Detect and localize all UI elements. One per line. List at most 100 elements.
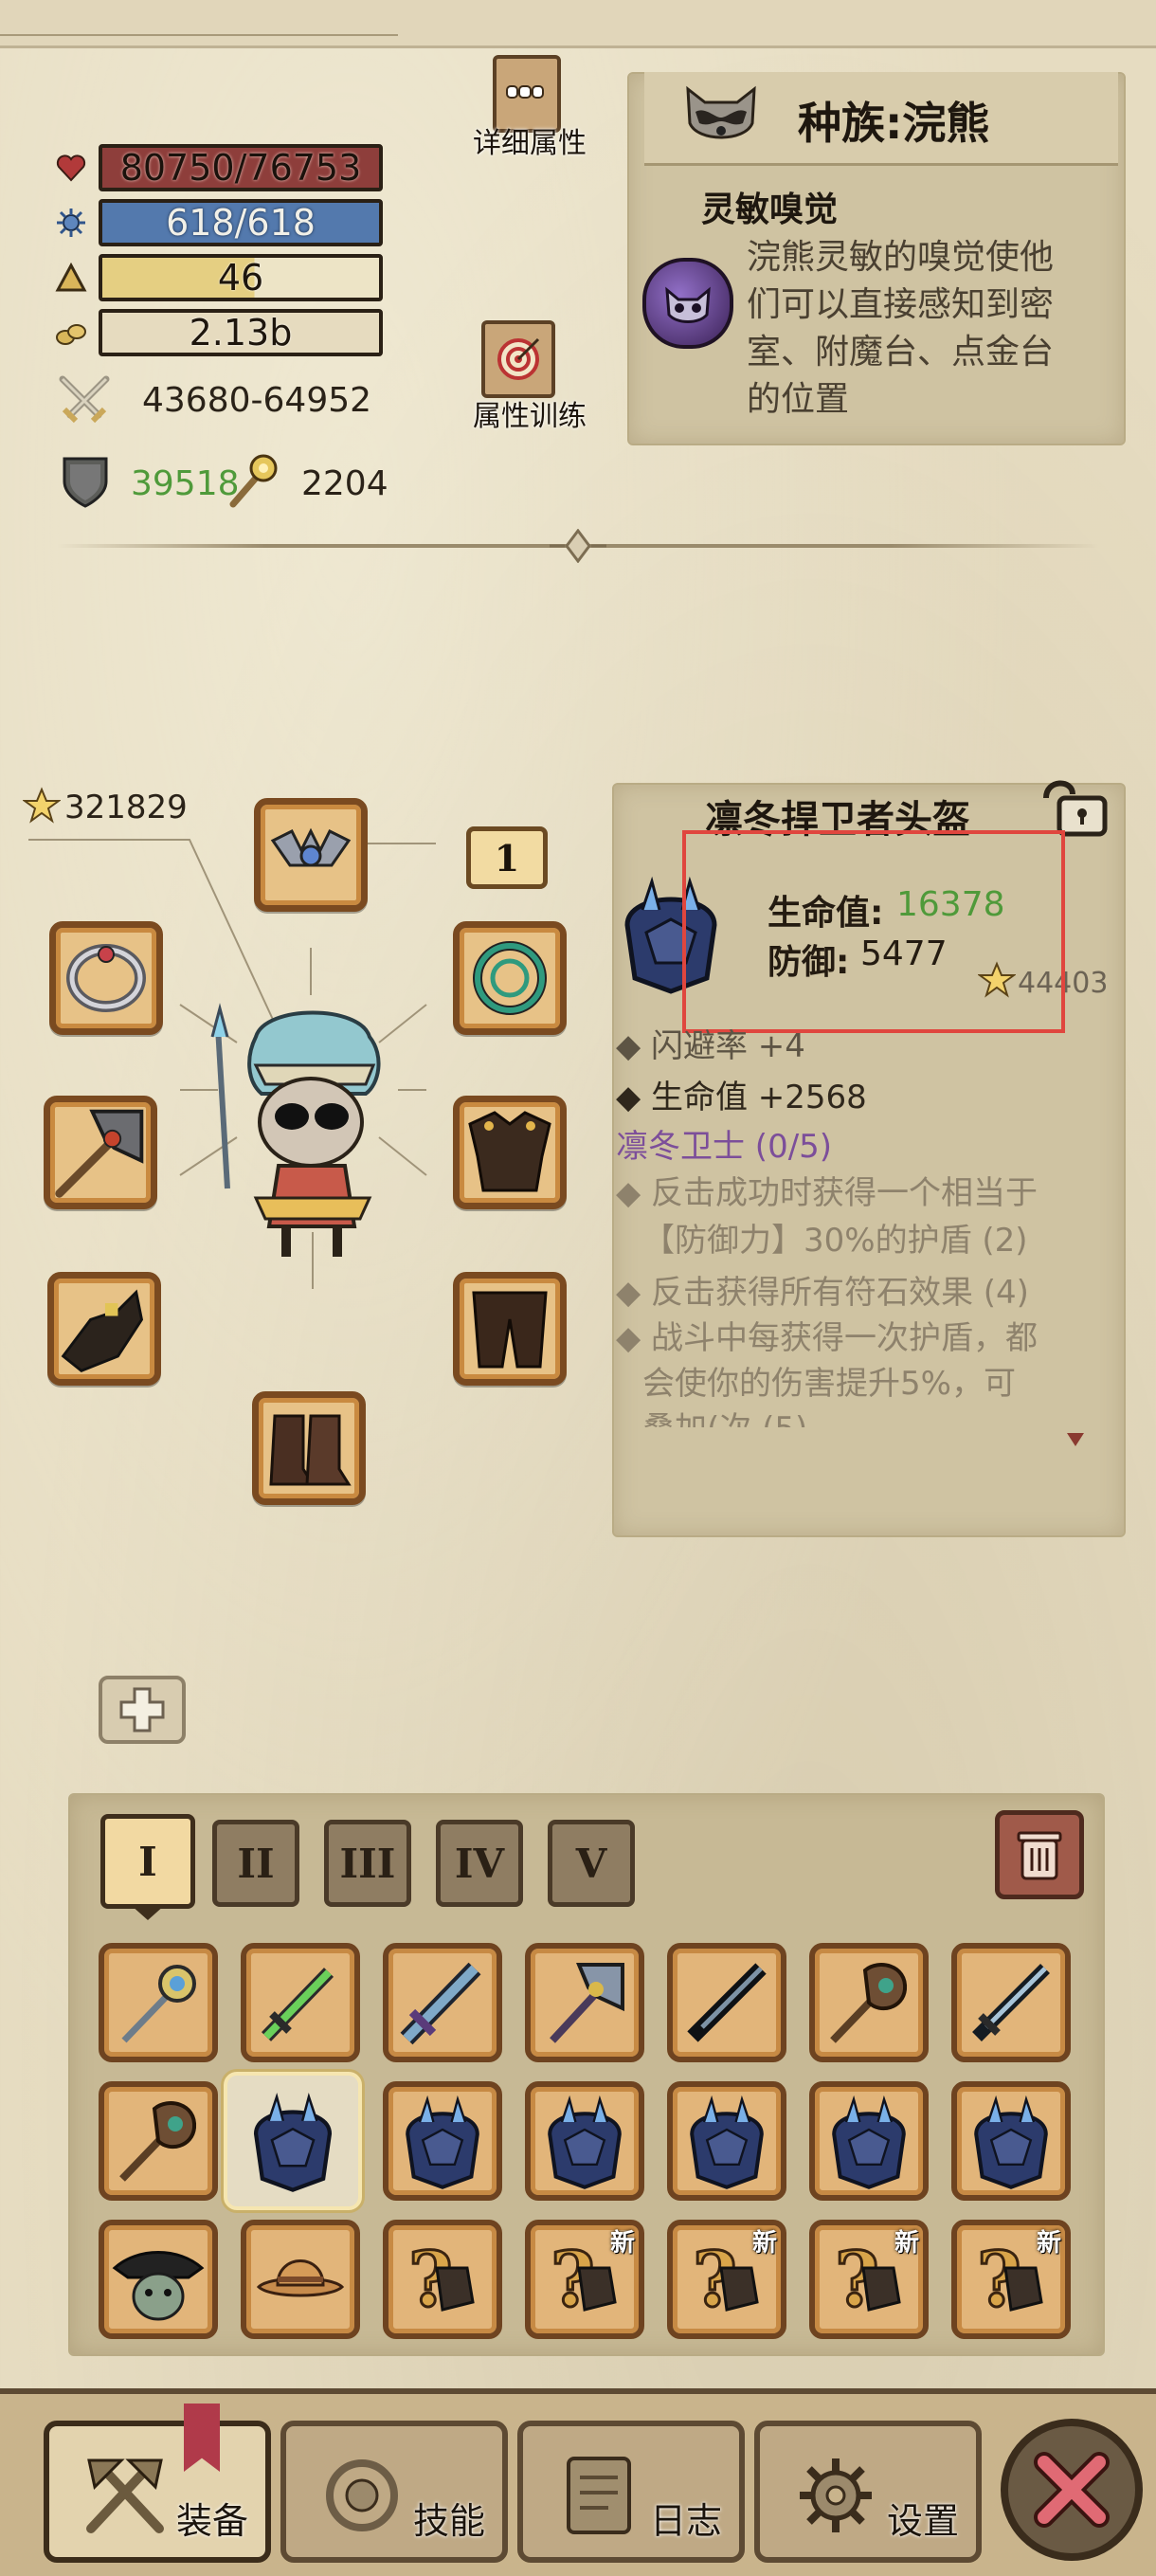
weapon-slot[interactable] <box>44 1096 157 1209</box>
crossed-swords-icon <box>55 372 114 430</box>
detail-attributes-button[interactable]: 详细属性 <box>459 51 629 165</box>
inventory-slot-unknown[interactable]: ? 新 <box>525 2220 644 2339</box>
inventory-slot[interactable] <box>809 1943 929 2062</box>
wooden-staff-icon <box>119 2101 197 2182</box>
inventory-slot[interactable] <box>99 2081 218 2201</box>
inventory-tab-4[interactable]: IV <box>436 1820 523 1907</box>
heart-icon <box>55 152 87 184</box>
inventory-slot[interactable] <box>951 1943 1071 2062</box>
inventory-slot[interactable] <box>99 2220 218 2339</box>
set-bonus-1: ◆ 反击成功时获得一个相当于 【防御力】30%的护盾 (2) <box>616 1174 1038 1260</box>
tab-5-label: V <box>575 1840 607 1887</box>
axe-hammer-icon <box>55 1109 144 1198</box>
race-ability-name: 灵敏嗅觉 <box>701 190 839 229</box>
race-ability-desc-1: 浣熊灵敏的嗅觉使他 <box>747 238 1055 277</box>
gold-value: 2.13b <box>189 312 293 354</box>
nav-log-button[interactable]: 日志 <box>517 2421 745 2563</box>
ring-slot[interactable] <box>453 921 567 1035</box>
close-button[interactable] <box>1001 2419 1143 2561</box>
nav-log-label: 日志 <box>649 2500 722 2542</box>
winter-helmet-icon <box>406 2095 479 2189</box>
amulet-slot[interactable] <box>49 921 163 1035</box>
steel-sword-icon <box>972 1964 1050 2041</box>
level-bar: 46 <box>99 254 383 301</box>
nav-skills-label: 技能 <box>412 2500 485 2542</box>
inventory-slot-unknown[interactable]: ? <box>383 2220 502 2339</box>
inventory-slot[interactable] <box>99 1943 218 2062</box>
boots-slot[interactable] <box>252 1391 366 1505</box>
gold-coins-icon <box>55 317 87 349</box>
leggings-slot[interactable] <box>453 1272 567 1386</box>
inventory-slot-unknown[interactable]: ? 新 <box>951 2220 1071 2339</box>
inventory-slot-selected[interactable] <box>224 2072 362 2210</box>
serpent-ring-icon <box>473 941 547 1015</box>
nav-equip-label: 装备 <box>175 2500 248 2542</box>
trash-icon <box>1017 1831 1062 1880</box>
new-badge: 新 <box>1036 2229 1061 2258</box>
race-ability-icon <box>642 258 733 349</box>
tab-1-label: I <box>138 1838 157 1885</box>
magic-staff-icon <box>226 451 282 510</box>
inventory-slot[interactable] <box>241 1943 360 2062</box>
inventory-slot[interactable] <box>951 2081 1071 2201</box>
item-bonus-1-text: 闪避率 +4 <box>650 1027 805 1065</box>
inventory-slot[interactable] <box>809 2081 929 2201</box>
character-portrait <box>199 999 411 1266</box>
battle-axe-icon <box>550 1963 624 2043</box>
nav-settings-button[interactable]: 设置 <box>754 2421 982 2563</box>
inventory-slot-unknown[interactable]: ? 新 <box>667 2220 786 2339</box>
hp-value: 80750/76753 <box>119 147 362 189</box>
set-bonus-2: ◆ 反击获得所有符石效果 (4) <box>616 1274 1029 1312</box>
inventory-slot[interactable] <box>383 1943 502 2062</box>
armor-shield-icon <box>59 453 112 510</box>
armor-slot[interactable] <box>453 1096 567 1209</box>
item-bonus-2: ◆ 生命值 +2568 <box>616 1079 867 1116</box>
ring-icon <box>66 944 146 1012</box>
tab-2-label: II <box>237 1840 275 1887</box>
raccoon-face-icon <box>678 80 764 152</box>
loadout-number-badge[interactable]: 1 <box>466 826 548 889</box>
inventory-slot[interactable] <box>667 2081 786 2201</box>
blue-greatsword-icon <box>400 1962 481 2045</box>
horned-helmet-icon <box>270 827 352 867</box>
top-border-line <box>0 34 398 36</box>
attribute-training-button[interactable]: 属性训练 <box>459 317 629 440</box>
chest-armor-icon <box>468 1111 551 1192</box>
inventory-slot[interactable] <box>667 1943 786 2062</box>
winter-helmet-icon <box>832 2095 906 2189</box>
tab-4-label: IV <box>454 1840 505 1887</box>
set-bonus-2-text: 反击获得所有符石效果 (4) <box>650 1274 1029 1312</box>
highlight-box <box>682 830 1065 1033</box>
set-bonus-3c: 叠加(次 (5) <box>642 1410 807 1427</box>
nav-equip-button[interactable]: 装备 <box>44 2421 271 2563</box>
inventory-slot[interactable] <box>525 2081 644 2201</box>
plus-icon <box>119 1687 165 1732</box>
pirate-hat-icon <box>112 2251 205 2321</box>
inventory-slot-unknown[interactable]: ? 新 <box>809 2220 929 2339</box>
nav-skills-button[interactable]: 技能 <box>280 2421 508 2563</box>
inventory-tab-2[interactable]: II <box>212 1820 299 1907</box>
scroll-down-arrow-icon[interactable] <box>1065 1431 1086 1448</box>
inventory-tab-3[interactable]: III <box>324 1820 411 1907</box>
set-bonus-3b: 会使你的伤害提升5%，可 <box>642 1365 1016 1403</box>
crossed-axes-icon <box>86 2458 164 2533</box>
race-ability-desc-4: 的位置 <box>747 380 850 419</box>
winter-helmet-icon <box>253 2093 333 2192</box>
inventory-slot[interactable] <box>525 1943 644 2062</box>
race-ability-desc-2: 们可以直接感知到密 <box>747 285 1055 324</box>
inventory-slot[interactable] <box>383 2081 502 2201</box>
close-icon <box>1034 2452 1110 2528</box>
gloves-slot[interactable] <box>47 1272 161 1386</box>
race-ability-desc-3: 室、附魔台、点金台 <box>747 333 1055 372</box>
inventory-tab-1[interactable]: I <box>100 1814 195 1909</box>
new-badge: 新 <box>894 2229 919 2258</box>
winter-helmet-icon <box>974 2095 1048 2189</box>
dark-sword-icon <box>687 1963 767 2042</box>
inventory-tab-5[interactable]: V <box>548 1820 635 1907</box>
trash-button[interactable] <box>995 1810 1084 1899</box>
new-badge: 新 <box>609 2229 635 2258</box>
active-tab-pointer <box>131 1905 165 1920</box>
inventory-slot[interactable] <box>241 2220 360 2339</box>
add-loadout-button[interactable] <box>99 1676 186 1744</box>
helmet-slot[interactable] <box>254 798 368 912</box>
